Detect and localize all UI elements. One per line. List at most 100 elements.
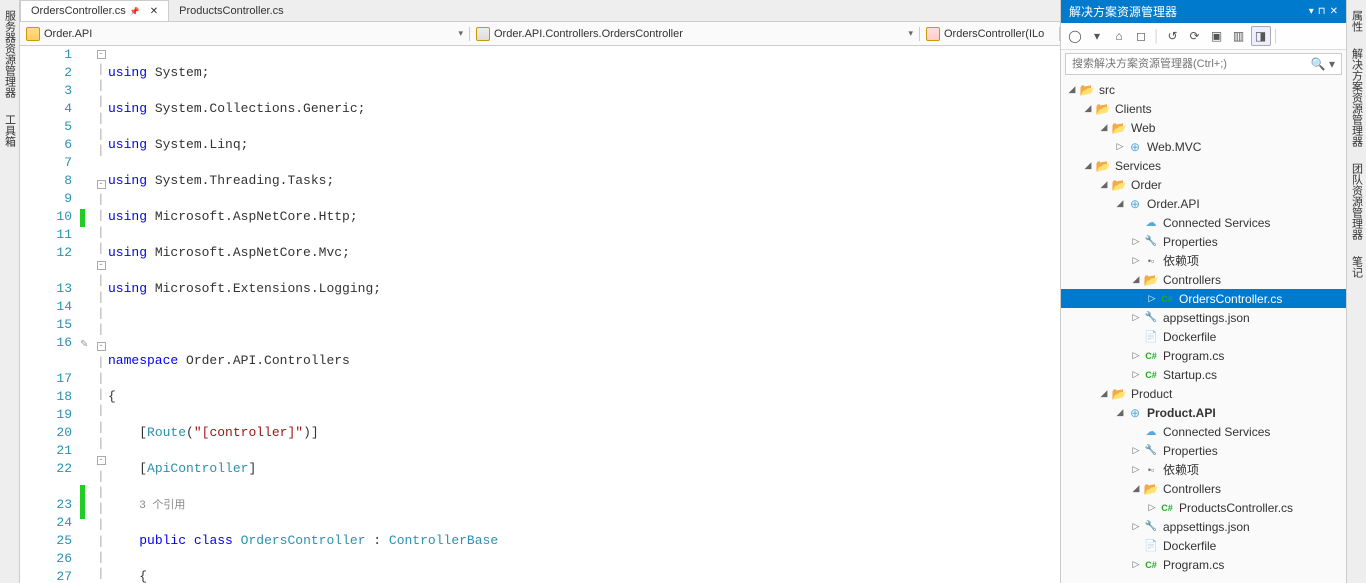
sync-button[interactable]: ↺ [1163,26,1183,46]
csharp-icon [1143,368,1159,382]
fold-toggle[interactable]: - [97,342,106,351]
json-icon [1143,311,1159,325]
nav-method-dropdown[interactable]: OrdersController(ILo [920,27,1060,41]
tab-products-controller[interactable]: ProductsController.cs [169,0,294,21]
folder-icon [1095,102,1111,116]
nav-class-dropdown[interactable]: Order.API.Controllers.OrdersController ▾ [470,27,920,41]
navigation-bar: Order.API ▾ Order.API.Controllers.Orders… [20,22,1060,46]
refresh-button[interactable]: ⟳ [1185,26,1205,46]
fold-toggle[interactable]: - [97,261,106,270]
csharp-icon [1143,349,1159,363]
folder-icon [1111,387,1127,401]
team-explorer-tab[interactable]: 团队资源管理器 [1347,157,1366,246]
tree-node-ordersctl[interactable]: ▷OrdersController.cs [1061,289,1346,308]
csharp-icon [1159,501,1175,515]
wrench-icon [1143,235,1159,249]
properties-tab[interactable]: 属性 [1347,4,1366,38]
nav-class-label: Order.API.Controllers.OrdersController [494,28,683,40]
solution-explorer-panel: 解决方案资源管理器 ▾ ⊓ ✕ ◯ ▾ ⌂ ◻ │ ↺ ⟳ ▣ ▥ ◨ │ 🔍 … [1060,0,1346,583]
csharp-icon [1143,558,1159,572]
tree-node-deps[interactable]: ▷依赖项 [1061,251,1346,270]
left-toolbar: 服务器资源管理器 工具箱 [0,0,20,583]
code-content[interactable]: using System; using System.Collections.G… [108,46,1060,583]
fold-margin: - ││││││ - ││││ - ││││ - ││││││ - ││││││… [94,46,108,583]
pin-icon[interactable]: ⊓ [1318,6,1326,17]
tree-node-controllers-order[interactable]: ◢Controllers [1061,270,1346,289]
fold-toggle[interactable]: - [97,180,106,189]
file-icon [1143,330,1159,344]
pin-icon[interactable]: 📌 [130,7,140,16]
collapse-button[interactable]: ▣ [1207,26,1227,46]
close-icon[interactable]: ✕ [1330,6,1338,17]
back-button[interactable]: ◯ [1065,26,1085,46]
tab-orders-controller[interactable]: OrdersController.cs 📌 ✕ [20,0,169,21]
preview-button[interactable]: ◨ [1251,26,1271,46]
tree-node-properties-prod[interactable]: ▷Properties [1061,441,1346,460]
tree-node-product[interactable]: ◢Product [1061,384,1346,403]
show-all-button[interactable]: ▥ [1229,26,1249,46]
deps-icon [1143,254,1159,268]
tree-node-dockerfile-prod[interactable]: Dockerfile [1061,536,1346,555]
tree-node-clients[interactable]: ◢Clients [1061,99,1346,118]
document-tabs: OrdersController.cs 📌 ✕ ProductsControll… [20,0,1060,22]
tree-node-src[interactable]: ◢src [1061,80,1346,99]
tree-node-services[interactable]: ◢Services [1061,156,1346,175]
search-icon[interactable]: 🔍 ▾ [1305,54,1341,74]
code-editor[interactable]: 1234567891011121314151617181920212223242… [20,46,1060,583]
folder-icon [1143,273,1159,287]
notes-tab[interactable]: 笔记 [1347,250,1366,284]
close-icon[interactable]: ✕ [150,6,158,17]
toolbox-tab[interactable]: 工具箱 [0,108,20,153]
folder-icon [1111,121,1127,135]
solution-explorer-title: 解决方案资源管理器 ▾ ⊓ ✕ [1061,0,1346,23]
tree-node-webmvc[interactable]: ▷Web.MVC [1061,137,1346,156]
solution-toolbar: ◯ ▾ ⌂ ◻ │ ↺ ⟳ ▣ ▥ ◨ │ [1061,23,1346,50]
tree-node-appsettings-order[interactable]: ▷appsettings.json [1061,308,1346,327]
chevron-down-icon: ▾ [908,28,913,39]
search-input[interactable] [1066,54,1305,74]
solution-explorer-tab[interactable]: 解决方案资源管理器 [1347,42,1366,153]
tree-node-productsctl[interactable]: ▷ProductsController.cs [1061,498,1346,517]
tree-node-startup-order[interactable]: ▷Startup.cs [1061,365,1346,384]
method-icon [926,27,940,41]
csharp-icon [1159,292,1175,306]
chevron-down-icon: ▾ [458,28,463,39]
tree-node-order[interactable]: ◢Order [1061,175,1346,194]
tree-node-appsettings-prod[interactable]: ▷appsettings.json [1061,517,1346,536]
fold-toggle[interactable]: - [97,50,106,59]
json-icon [1143,520,1159,534]
tree-node-productapi[interactable]: ◢Product.API [1061,403,1346,422]
folder-icon [1079,83,1095,97]
tree-node-web[interactable]: ◢Web [1061,118,1346,137]
tree-node-controllers-prod[interactable]: ◢Controllers [1061,479,1346,498]
web-icon [1127,197,1143,211]
wrench-icon [1143,444,1159,458]
tree-node-program-prod[interactable]: ▷Program.cs [1061,555,1346,574]
folder-icon [1143,482,1159,496]
folder-icon [1111,178,1127,192]
solution-tree[interactable]: ◢src ◢Clients ◢Web ▷Web.MVC ◢Services ◢O… [1061,78,1346,583]
tree-node-dockerfile-order[interactable]: Dockerfile [1061,327,1346,346]
solution-search[interactable]: 🔍 ▾ [1065,53,1342,75]
cloud-icon [1143,216,1159,230]
tree-node-connected-prod[interactable]: Connected Services [1061,422,1346,441]
web-icon [1127,406,1143,420]
server-explorer-tab[interactable]: 服务器资源管理器 [0,4,20,104]
tree-node-properties[interactable]: ▷Properties [1061,232,1346,251]
nav-project-dropdown[interactable]: Order.API ▾ [20,27,470,41]
cloud-icon [1143,425,1159,439]
fold-toggle[interactable]: - [97,456,106,465]
main-area: OrdersController.cs 📌 ✕ ProductsControll… [20,0,1060,583]
home-button[interactable]: ⌂ [1109,26,1129,46]
dropdown-icon[interactable]: ▾ [1309,6,1314,17]
tree-node-deps-prod[interactable]: ▷依赖项 [1061,460,1346,479]
nav-project-label: Order.API [44,28,92,40]
tree-node-connected[interactable]: Connected Services [1061,213,1346,232]
tree-node-orderapi[interactable]: ◢Order.API [1061,194,1346,213]
scope-button[interactable]: ◻ [1131,26,1151,46]
line-number-gutter: 1234567891011121314151617181920212223242… [20,46,80,583]
tree-node-program-order[interactable]: ▷Program.cs [1061,346,1346,365]
tab-label: OrdersController.cs [31,5,126,17]
file-icon [1143,539,1159,553]
forward-button[interactable]: ▾ [1087,26,1107,46]
